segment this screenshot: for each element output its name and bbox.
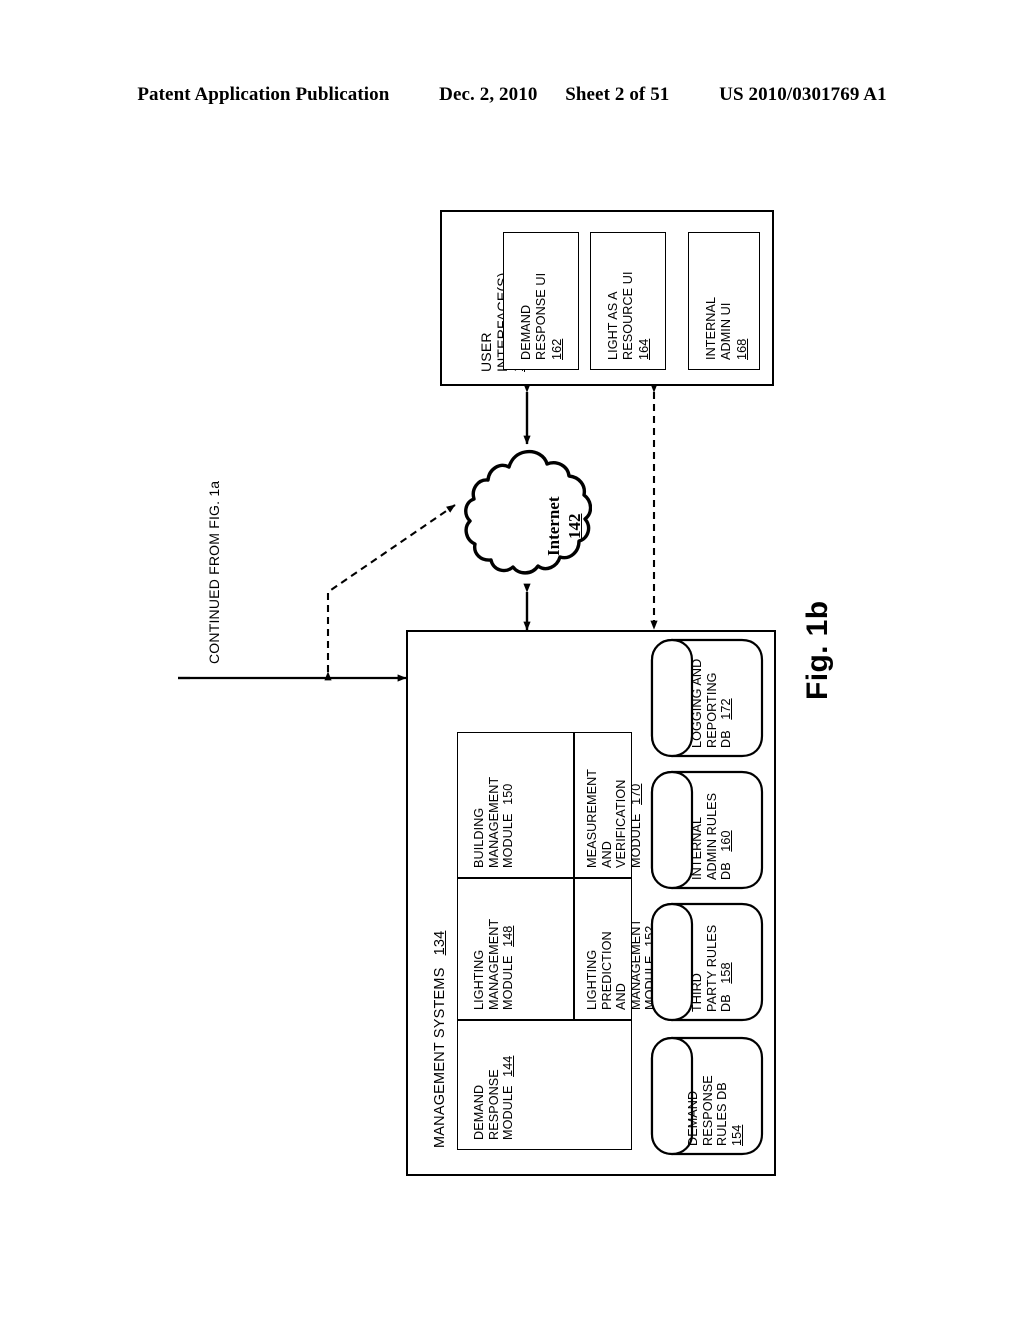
figure-caption: Fig. 1b — [801, 600, 834, 700]
ui-item-light-as-a-resource-label: LIGHT AS A RESOURCE UI 164 — [606, 271, 652, 360]
mod148-line2: MANAGEMENT — [486, 918, 501, 1010]
ia-ui-line2: ADMIN UI — [718, 302, 733, 360]
db-third-party-rules-label: THIRD PARTY RULES DB 158 — [690, 925, 734, 1012]
mod152-line4: MANAGEMENT — [628, 918, 643, 1010]
dr-ui-ref: 162 — [550, 338, 565, 360]
db160-line3: DB — [719, 862, 734, 880]
mod150-line3: MODULE — [501, 813, 516, 868]
db154-ref: 154 — [729, 1124, 744, 1146]
publication-title: Patent Application Publication — [137, 84, 390, 105]
db160-line2: ADMIN RULES — [704, 792, 719, 880]
mod148-ref: 148 — [501, 925, 516, 947]
mod150-line3-wrap: MODULE 150 — [501, 777, 516, 868]
db158-line2: PARTY RULES — [704, 924, 719, 1012]
management-systems-title-text: MANAGEMENT SYSTEMS — [432, 967, 448, 1148]
publication-date: Dec. 2, 2010 — [439, 84, 538, 105]
mod152-line3: AND — [614, 983, 629, 1010]
db172-line3: DB — [719, 730, 734, 748]
page-header: Patent Application Publication Dec. 2, 2… — [0, 84, 1024, 106]
mod170-ref: 170 — [628, 783, 643, 805]
db172-line3-wrap: DB 172 — [719, 659, 734, 748]
laar-ui-line2: RESOURCE UI — [620, 271, 635, 360]
module-demand-response-label: DEMAND RESPONSE MODULE 144 — [472, 1056, 516, 1140]
db172-line2: REPORTING — [704, 672, 719, 748]
sheet-number: Sheet 2 of 51 — [565, 84, 670, 105]
management-systems-title: MANAGEMENT SYSTEMS 134 — [432, 931, 449, 1148]
mod150-line2: MANAGEMENT — [486, 776, 501, 868]
mod170-line2: AND — [599, 841, 614, 868]
continued-from-label: CONTINUED FROM FIG. 1a — [206, 480, 222, 664]
ia-ui-ref: 168 — [735, 338, 750, 360]
db158-line3-wrap: DB 158 — [719, 925, 734, 1012]
mod150-line1: BUILDING — [472, 807, 486, 868]
db154-line1: DEMAND — [686, 1090, 700, 1146]
mod170-line1: MEASUREMENT — [585, 768, 599, 868]
ui-title-line1: USER — [478, 332, 494, 372]
mod170-line3: VERIFICATION — [614, 779, 629, 868]
mod152-line2: PREDICTION — [599, 931, 614, 1010]
mod170-line4: MODULE — [628, 813, 643, 868]
mod152-line1: LIGHTING — [585, 949, 599, 1010]
db172-line1: LOGGING AND — [690, 658, 704, 748]
mod170-line4-wrap: MODULE 170 — [629, 769, 644, 868]
module-lighting-management-label: LIGHTING MANAGEMENT MODULE 148 — [472, 919, 516, 1010]
module-measurement-verification-label: MEASUREMENT AND VERIFICATION MODULE 170 — [585, 769, 643, 868]
mod148-line3-wrap: MODULE 148 — [501, 919, 516, 1010]
db160-line3-wrap: DB 160 — [719, 793, 734, 880]
mod144-ref: 144 — [501, 1055, 516, 1077]
db172-ref: 172 — [719, 698, 734, 720]
db158-line1: THIRD — [690, 973, 704, 1012]
dr-ui-line1: DEMAND — [519, 304, 533, 360]
db-demand-response-rules-label: DEMAND RESPONSE RULES DB 154 — [686, 1075, 744, 1146]
mod150-ref: 150 — [501, 783, 516, 805]
patent-number: US 2010/0301769 A1 — [719, 84, 887, 105]
laar-ui-ref: 164 — [637, 338, 652, 360]
module-building-management-label: BUILDING MANAGEMENT MODULE 150 — [472, 777, 516, 868]
dr-ui-line2: RESPONSE UI — [533, 272, 548, 360]
ia-ui-line1: INTERNAL — [704, 296, 718, 360]
mod144-line1: DEMAND — [472, 1084, 486, 1140]
mod144-line3: MODULE — [501, 1085, 516, 1140]
mod144-line2: RESPONSE — [486, 1069, 501, 1140]
management-systems-ref: 134 — [432, 930, 448, 956]
internet-label: Internet 142 — [543, 497, 586, 556]
mod148-line1: LIGHTING — [472, 949, 486, 1010]
db154-line3: RULES DB — [715, 1082, 730, 1146]
db160-line1: INTERNAL — [690, 816, 704, 880]
ui-item-internal-admin-label: INTERNAL ADMIN UI 168 — [704, 297, 750, 360]
db158-ref: 158 — [719, 962, 734, 984]
mod148-line3: MODULE — [501, 955, 516, 1010]
db160-ref: 160 — [719, 830, 734, 852]
db-logging-reporting-label: LOGGING AND REPORTING DB 172 — [690, 659, 734, 748]
mod144-line3-wrap: MODULE 144 — [501, 1056, 516, 1140]
ui-item-demand-response-label: DEMAND RESPONSE UI 162 — [519, 273, 565, 360]
db-internal-admin-rules-label: INTERNAL ADMIN RULES DB 160 — [690, 793, 734, 880]
internet-label-text: Internet — [544, 496, 563, 556]
internet-ref: 142 — [565, 513, 585, 540]
db158-line3: DB — [719, 994, 734, 1012]
mod152-line4-wrap: MANAGEMENT — [629, 919, 644, 1010]
db154-line2: RESPONSE — [700, 1075, 715, 1146]
module-lighting-prediction-label: LIGHTING PREDICTION AND MANAGEMENT MODUL… — [585, 919, 658, 1010]
laar-ui-line1: LIGHT AS A — [606, 291, 620, 360]
